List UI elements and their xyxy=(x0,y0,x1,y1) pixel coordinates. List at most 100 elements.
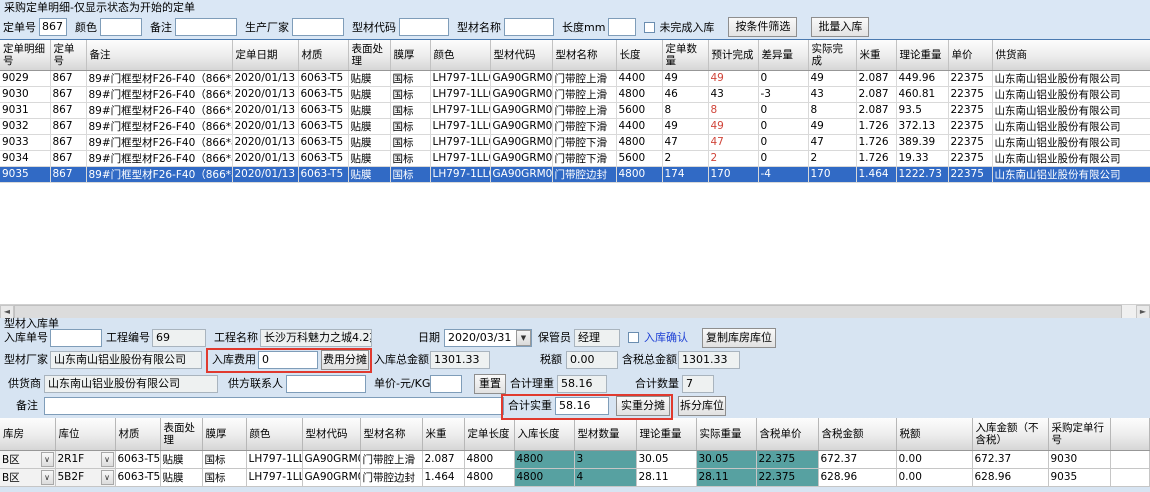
column-header[interactable]: 型材代码 xyxy=(490,40,552,70)
column-header[interactable]: 供货商 xyxy=(992,40,1150,70)
cell[interactable]: B区∨ xyxy=(0,450,55,468)
cell[interactable]: 372.13 xyxy=(896,118,948,134)
cell[interactable]: 49 xyxy=(708,70,758,86)
cell[interactable]: 460.81 xyxy=(896,86,948,102)
cell[interactable]: 4400 xyxy=(616,70,662,86)
table-row[interactable]: 903386789#门框型材F26-F40（866*867）2020/01/13… xyxy=(0,134,1150,150)
cell[interactable]: 4800 xyxy=(464,468,514,486)
fee-field[interactable]: 0 xyxy=(258,351,318,369)
profile-code-input[interactable] xyxy=(399,18,449,36)
column-header[interactable]: 税额 xyxy=(896,418,972,450)
cell[interactable]: 山东南山铝业股份有限公司 xyxy=(992,166,1150,182)
cell[interactable]: 贴膜 xyxy=(160,450,202,468)
cell[interactable]: 4 xyxy=(574,468,636,486)
cell[interactable]: 49 xyxy=(662,70,708,86)
cell[interactable]: 4800 xyxy=(514,450,574,468)
cell[interactable]: 867 xyxy=(50,86,86,102)
remark-input[interactable] xyxy=(175,18,237,36)
cell[interactable]: 0 xyxy=(758,134,808,150)
inbound-no-field[interactable] xyxy=(50,329,102,347)
calendar-dropdown-icon[interactable]: ▼ xyxy=(516,330,531,346)
cell[interactable]: 5600 xyxy=(616,102,662,118)
table-row[interactable]: 902986789#门框型材F26-F40（866*867）2020/01/13… xyxy=(0,70,1150,86)
split-location-button[interactable]: 拆分库位 xyxy=(678,396,726,416)
table-row[interactable]: 903486789#门框型材F26-F40（866*867）2020/01/13… xyxy=(0,150,1150,166)
cell[interactable]: 47 xyxy=(708,134,758,150)
column-header[interactable]: 材质 xyxy=(298,40,348,70)
cell[interactable]: 2.087 xyxy=(422,450,464,468)
color-input[interactable] xyxy=(100,18,142,36)
cell[interactable]: 8 xyxy=(808,102,856,118)
cell[interactable]: 国标 xyxy=(202,450,246,468)
table-row[interactable]: 903186789#门框型材F26-F40（866*867）2020/01/13… xyxy=(0,102,1150,118)
cell[interactable]: GA90GRM03 xyxy=(302,450,360,468)
cell[interactable]: 47 xyxy=(808,134,856,150)
cell[interactable]: 22375 xyxy=(948,70,992,86)
column-header[interactable]: 定单数量 xyxy=(662,40,708,70)
cell[interactable]: 9030 xyxy=(1048,450,1110,468)
cell[interactable]: LH797-1LL0 xyxy=(246,468,302,486)
cell[interactable]: 6063-T5 xyxy=(115,468,160,486)
column-header[interactable]: 理论重量 xyxy=(896,40,948,70)
cell[interactable]: 国标 xyxy=(390,70,430,86)
cell[interactable]: 8 xyxy=(708,102,758,118)
cell[interactable]: 2.087 xyxy=(856,86,896,102)
cell[interactable]: 门带腔边封 xyxy=(552,166,616,182)
copy-location-button[interactable]: 复制库房库位 xyxy=(702,328,776,348)
cell[interactable]: 628.96 xyxy=(818,468,896,486)
profile-name-input[interactable] xyxy=(504,18,554,36)
cell[interactable]: 22375 xyxy=(948,86,992,102)
cell[interactable]: 672.37 xyxy=(818,450,896,468)
cell[interactable]: 867 xyxy=(50,70,86,86)
actual-split-button[interactable]: 实重分摊 xyxy=(616,396,670,416)
cell[interactable]: 49 xyxy=(662,118,708,134)
column-header[interactable]: 米重 xyxy=(422,418,464,450)
cell[interactable]: 9034 xyxy=(0,150,50,166)
cell[interactable]: LH797-1LL0 xyxy=(430,150,490,166)
column-header[interactable]: 单价 xyxy=(948,40,992,70)
cell[interactable]: 49 xyxy=(708,118,758,134)
total-amount-field[interactable]: 1301.33 xyxy=(430,351,490,369)
cell[interactable]: 6063-T5 xyxy=(298,150,348,166)
keeper-field[interactable]: 经理 xyxy=(574,329,620,347)
column-header[interactable]: 差异量 xyxy=(758,40,808,70)
cell[interactable]: 国标 xyxy=(390,118,430,134)
cell[interactable]: 6063-T5 xyxy=(298,102,348,118)
cell[interactable]: 170 xyxy=(808,166,856,182)
cell[interactable]: 国标 xyxy=(390,86,430,102)
unfinished-inbound-checkbox[interactable] xyxy=(644,22,655,33)
cell[interactable]: 22375 xyxy=(948,134,992,150)
cell[interactable]: 2020/01/13 xyxy=(232,118,298,134)
cell[interactable]: 28.11 xyxy=(696,468,756,486)
cell[interactable]: 1.726 xyxy=(856,118,896,134)
cell[interactable]: 89#门框型材F26-F40（866*867） xyxy=(86,118,232,134)
cell[interactable]: 4800 xyxy=(616,86,662,102)
column-header[interactable]: 材质 xyxy=(115,418,160,450)
cell[interactable]: 0 xyxy=(758,150,808,166)
cell[interactable]: 89#门框型材F26-F40（866*867） xyxy=(86,134,232,150)
cell[interactable]: -3 xyxy=(758,86,808,102)
cell[interactable]: 门带腔下滑 xyxy=(552,134,616,150)
cell[interactable]: 门带腔下滑 xyxy=(552,118,616,134)
cell[interactable]: LH797-1LL0 xyxy=(430,102,490,118)
cell[interactable]: 672.37 xyxy=(972,450,1048,468)
dropdown-arrow-icon[interactable]: ∨ xyxy=(41,452,54,467)
cell[interactable]: 6063-T5 xyxy=(298,118,348,134)
cell[interactable]: 2020/01/13 xyxy=(232,70,298,86)
cell[interactable]: 4800 xyxy=(464,450,514,468)
cell[interactable]: 山东南山铝业股份有限公司 xyxy=(992,134,1150,150)
cell[interactable]: 0 xyxy=(758,102,808,118)
dropdown-arrow-icon[interactable]: ∨ xyxy=(41,470,54,485)
cell[interactable]: 贴膜 xyxy=(160,468,202,486)
cell[interactable]: 6063-T5 xyxy=(298,70,348,86)
contact-field[interactable] xyxy=(286,375,366,393)
cell[interactable]: 22.375 xyxy=(756,468,818,486)
column-header[interactable]: 定单明细号 xyxy=(0,40,50,70)
cell[interactable]: 山东南山铝业股份有限公司 xyxy=(992,86,1150,102)
cell[interactable]: 22.375 xyxy=(756,450,818,468)
column-header[interactable]: 预计完成 xyxy=(708,40,758,70)
column-header[interactable]: 颜色 xyxy=(430,40,490,70)
cell[interactable]: GA90GRM04 xyxy=(490,150,552,166)
unit-price-field[interactable] xyxy=(430,375,462,393)
factory-field[interactable]: 山东南山铝业股份有限公司 xyxy=(50,351,202,369)
